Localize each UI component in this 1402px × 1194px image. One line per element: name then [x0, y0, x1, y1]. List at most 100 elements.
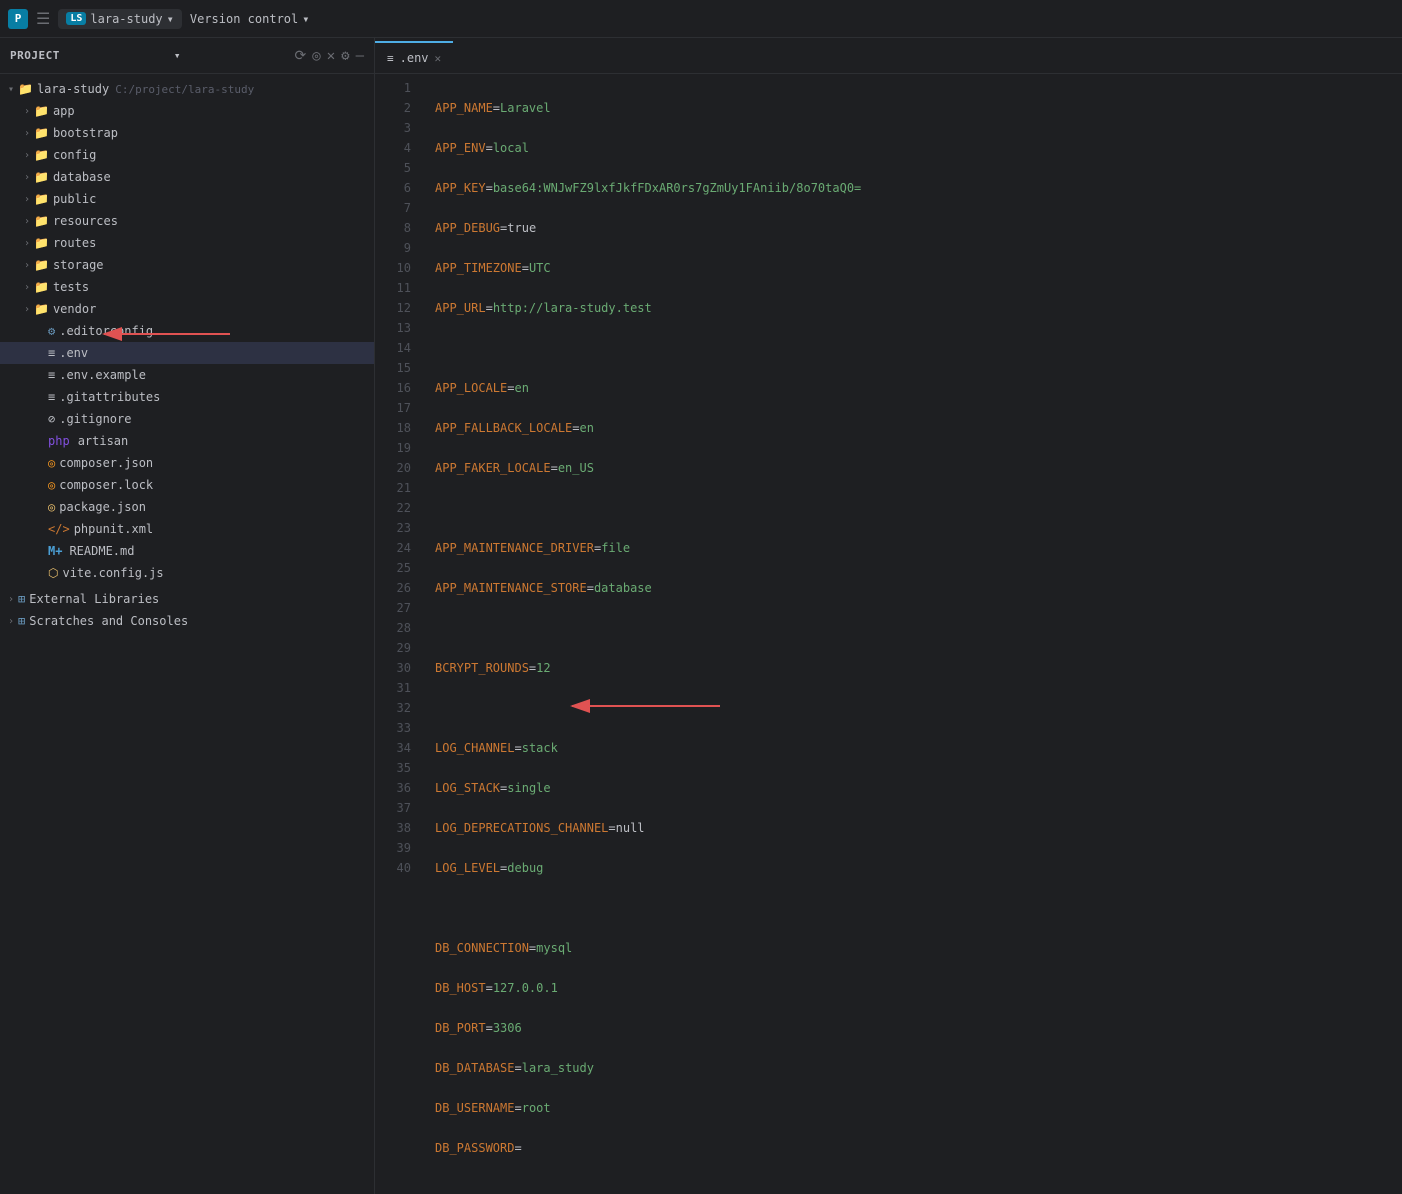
sidebar-item-env-example[interactable]: ≡ .env.example	[0, 364, 374, 386]
version-control-button[interactable]: Version control ▾	[190, 12, 310, 26]
vite-label: vite.config.js	[62, 566, 163, 580]
sidebar-item-composer-json[interactable]: ◎ composer.json	[0, 452, 374, 474]
tests-label: tests	[53, 280, 89, 294]
sidebar-item-tests[interactable]: › 📁 tests	[0, 276, 374, 298]
tab-bar: ≡ .env ✕	[375, 38, 1402, 74]
sidebar-item-vendor[interactable]: › 📁 vendor	[0, 298, 374, 320]
editorconfig-label: .editorconfig	[59, 324, 153, 338]
artisan-icon: php	[48, 434, 70, 448]
locate-icon[interactable]: ◎	[312, 48, 320, 64]
env-example-icon: ≡	[48, 368, 55, 382]
scratches-label: Scratches and Consoles	[29, 614, 188, 628]
sidebar-item-editorconfig[interactable]: ⚙ .editorconfig	[0, 320, 374, 342]
sidebar-item-scratches[interactable]: › ⊞ Scratches and Consoles	[0, 610, 374, 632]
line-numbers: 12345 678910 1112131415 1617181920 21222…	[375, 78, 427, 1194]
artisan-label: artisan	[78, 434, 129, 448]
storage-chevron-icon: ›	[20, 258, 34, 272]
root-folder-icon: 📁	[18, 82, 33, 96]
scratches-chevron-icon: ›	[4, 614, 18, 628]
sidebar-item-gitignore[interactable]: ⊘ .gitignore	[0, 408, 374, 430]
code-line-7	[435, 338, 1402, 358]
composer-json-spacer	[34, 456, 48, 470]
close-icon[interactable]: ✕	[327, 48, 335, 64]
vite-spacer	[34, 566, 48, 580]
composer-lock-spacer	[34, 478, 48, 492]
vendor-folder-icon: 📁	[34, 302, 49, 316]
phpunit-label: phpunit.xml	[74, 522, 153, 536]
sidebar-item-resources[interactable]: › 📁 resources	[0, 210, 374, 232]
code-editor[interactable]: 12345 678910 1112131415 1617181920 21222…	[375, 74, 1402, 1194]
tree-root[interactable]: ▾ 📁 lara-study C:/project/lara-study	[0, 78, 374, 100]
sidebar-item-env[interactable]: ≡ .env	[0, 342, 374, 364]
project-chevron-icon: ▾	[167, 12, 174, 26]
project-badge: LS	[66, 12, 86, 25]
public-chevron-icon: ›	[20, 192, 34, 206]
project-name: lara-study	[90, 12, 162, 26]
gitattributes-label: .gitattributes	[59, 390, 160, 404]
sidebar-item-bootstrap[interactable]: › 📁 bootstrap	[0, 122, 374, 144]
config-label: config	[53, 148, 96, 162]
routes-folder-icon: 📁	[34, 236, 49, 250]
sidebar: Project ▾ ⟳ ◎ ✕ ⚙ — ▾ 📁 lara-study C:/pr…	[0, 38, 375, 1194]
code-content[interactable]: APP_NAME=Laravel APP_ENV=local APP_KEY=b…	[427, 78, 1402, 1194]
collapse-icon[interactable]: —	[356, 48, 364, 64]
code-line-6: APP_URL=http://lara-study.test	[435, 298, 1402, 318]
tab-env[interactable]: ≡ .env ✕	[375, 41, 453, 73]
file-tree: ▾ 📁 lara-study C:/project/lara-study › 📁…	[0, 74, 374, 1194]
code-line-2: APP_ENV=local	[435, 138, 1402, 158]
root-chevron-icon: ▾	[4, 82, 18, 96]
sidebar-item-config[interactable]: › 📁 config	[0, 144, 374, 166]
tab-close-icon[interactable]: ✕	[435, 52, 442, 65]
sidebar-item-readme[interactable]: M+ README.md	[0, 540, 374, 562]
composer-json-label: composer.json	[59, 456, 153, 470]
gear-icon[interactable]: ⚙	[341, 48, 349, 64]
resources-label: resources	[53, 214, 118, 228]
composer-lock-icon: ◎	[48, 478, 55, 492]
env-spacer	[34, 346, 48, 360]
artisan-spacer	[34, 434, 48, 448]
code-line-4: APP_DEBUG=true	[435, 218, 1402, 238]
sidebar-chevron-icon: ▾	[174, 49, 181, 62]
sidebar-item-composer-lock[interactable]: ◎ composer.lock	[0, 474, 374, 496]
package-json-icon: ◎	[48, 500, 55, 514]
routes-label: routes	[53, 236, 96, 250]
package-json-spacer	[34, 500, 48, 514]
sidebar-item-database[interactable]: › 📁 database	[0, 166, 374, 188]
composer-lock-label: composer.lock	[59, 478, 153, 492]
sidebar-item-gitattributes[interactable]: ≡ .gitattributes	[0, 386, 374, 408]
main-layout: Project ▾ ⟳ ◎ ✕ ⚙ — ▾ 📁 lara-study C:/pr…	[0, 38, 1402, 1194]
sidebar-item-vite-config[interactable]: ⬡ vite.config.js	[0, 562, 374, 584]
sidebar-item-external-libraries[interactable]: › ⊞ External Libraries	[0, 588, 374, 610]
phpunit-spacer	[34, 522, 48, 536]
external-chevron-icon: ›	[4, 592, 18, 606]
code-line-17: LOG_CHANNEL=stack	[435, 738, 1402, 758]
public-label: public	[53, 192, 96, 206]
external-icon: ⊞	[18, 592, 25, 606]
sidebar-item-artisan[interactable]: php artisan	[0, 430, 374, 452]
app-label: app	[53, 104, 75, 118]
sidebar-item-phpunit-xml[interactable]: </> phpunit.xml	[0, 518, 374, 540]
root-path: C:/project/lara-study	[115, 83, 254, 96]
resources-chevron-icon: ›	[20, 214, 34, 228]
sidebar-item-storage[interactable]: › 📁 storage	[0, 254, 374, 276]
root-label: lara-study	[37, 82, 109, 96]
sidebar-item-public[interactable]: › 📁 public	[0, 188, 374, 210]
storage-label: storage	[53, 258, 104, 272]
hamburger-menu-icon[interactable]: ☰	[36, 9, 50, 28]
sidebar-item-package-json[interactable]: ◎ package.json	[0, 496, 374, 518]
app-folder-icon: 📁	[34, 104, 49, 118]
project-selector[interactable]: LS lara-study ▾	[58, 9, 182, 29]
sync-icon[interactable]: ⟳	[295, 48, 307, 64]
title-bar: P ☰ LS lara-study ▾ Version control ▾	[0, 0, 1402, 38]
code-line-27: DB_PASSWORD=	[435, 1138, 1402, 1158]
routes-chevron-icon: ›	[20, 236, 34, 250]
public-folder-icon: 📁	[34, 192, 49, 206]
sidebar-item-app[interactable]: › 📁 app	[0, 100, 374, 122]
composer-json-icon: ◎	[48, 456, 55, 470]
sidebar-item-routes[interactable]: › 📁 routes	[0, 232, 374, 254]
sidebar-actions: ⟳ ◎ ✕ ⚙ —	[295, 48, 364, 64]
env-label: .env	[59, 346, 88, 360]
code-line-1: APP_NAME=Laravel	[435, 98, 1402, 118]
code-line-10: APP_FAKER_LOCALE=en_US	[435, 458, 1402, 478]
vendor-chevron-icon: ›	[20, 302, 34, 316]
